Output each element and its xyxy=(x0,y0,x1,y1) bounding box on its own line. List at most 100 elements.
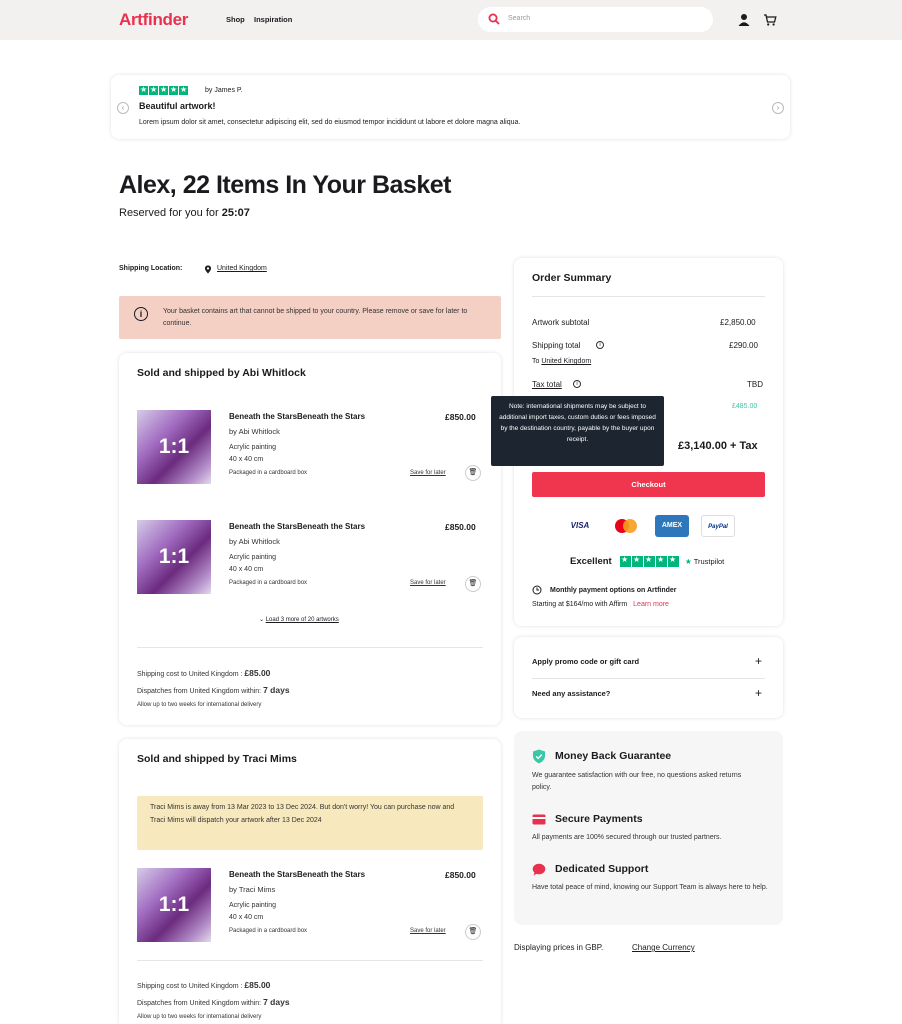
guarantee-title: Dedicated Support xyxy=(555,863,649,875)
trustpilot-star-icon: ★ xyxy=(685,557,692,566)
artwork-thumbnail[interactable]: 1:1 xyxy=(137,868,211,942)
nav-inspiration[interactable]: Inspiration xyxy=(254,15,292,24)
delete-button[interactable]: 🗑 xyxy=(465,465,481,481)
star-icon xyxy=(179,85,188,95)
delete-button[interactable]: 🗑 xyxy=(465,576,481,592)
guarantee-title: Money Back Guarantee xyxy=(555,750,672,762)
artwork-size: 40 x 40 cm xyxy=(229,456,264,463)
divider xyxy=(532,296,765,297)
plus-icon[interactable]: + xyxy=(755,686,762,700)
tax-info-icon[interactable]: i xyxy=(573,380,581,388)
change-currency-link[interactable]: Change Currency xyxy=(632,943,695,952)
seller-label: Sold and shipped by xyxy=(137,753,240,765)
seller-heading: Sold and shipped by Traci Mims xyxy=(137,753,297,765)
international-note: Allow up to two weeks for international … xyxy=(137,702,262,708)
save-for-later-link[interactable]: Save for later xyxy=(410,928,446,934)
seller-name: Traci Mims xyxy=(242,753,297,765)
divider xyxy=(532,678,765,679)
guarantee-title: Secure Payments xyxy=(555,813,643,825)
artwork-title[interactable]: Beneath the StarsBeneath the Stars xyxy=(229,412,365,421)
save-for-later-link[interactable]: Save for later xyxy=(410,470,446,476)
order-total: £3,140.00 + Tax xyxy=(678,440,758,452)
tax-total-label: Tax total xyxy=(532,380,562,389)
dispatch-time: Dispatches from United Kingdom within: 7… xyxy=(137,685,290,695)
chevron-down-icon: ⌄ xyxy=(259,617,265,623)
search-input[interactable]: Search xyxy=(478,7,713,32)
carousel-prev-button[interactable]: ‹ xyxy=(117,102,129,114)
artwork-medium: Acrylic painting xyxy=(229,902,277,909)
trustpilot-label: Trustpilot xyxy=(693,557,725,566)
to-label: To xyxy=(532,358,540,365)
visa-icon: VISA xyxy=(563,515,597,537)
star-icon xyxy=(159,85,168,95)
search-icon xyxy=(488,13,500,25)
artfinder-logo[interactable]: Artfinder xyxy=(119,10,188,30)
order-summary-title: Order Summary xyxy=(532,272,612,284)
star-icon xyxy=(149,85,158,95)
mastercard-icon xyxy=(609,515,643,537)
artwork-price: £850.00 xyxy=(445,870,476,880)
shipping-cost-label: Shipping cost to United Kingdom : xyxy=(137,983,243,990)
info-icon: i xyxy=(134,307,148,321)
shipping-total-label: Shipping total xyxy=(532,341,581,350)
currency-info: Displaying prices in GBP. xyxy=(514,943,604,952)
load-more-button[interactable]: ⌄ Load 3 more of 20 artworks xyxy=(259,616,339,623)
nav-shop[interactable]: Shop xyxy=(226,15,245,24)
shipping-cost: Shipping cost to United Kingdom : £85.00 xyxy=(137,668,270,678)
artwork-medium: Acrylic painting xyxy=(229,554,277,561)
review-author: by James P. xyxy=(205,87,243,94)
dispatch-label: Dispatches from United Kingdom within: xyxy=(137,688,262,695)
artwork-thumbnail[interactable]: 1:1 xyxy=(137,520,211,594)
discount-value: £485.00 xyxy=(732,403,758,410)
artwork-size: 40 x 40 cm xyxy=(229,566,264,573)
tax-total-value: TBD xyxy=(747,380,763,389)
cart-icon[interactable] xyxy=(763,13,777,27)
shipping-cost-label: Shipping cost to United Kingdom : xyxy=(137,671,243,678)
star-icon xyxy=(620,555,631,567)
account-icon[interactable] xyxy=(737,13,751,27)
carousel-next-button[interactable]: › xyxy=(772,102,784,114)
star-icon xyxy=(656,555,667,567)
chat-icon xyxy=(532,863,546,876)
shipping-info-icon[interactable]: i xyxy=(596,341,604,349)
guarantee-text: Have total peace of mind, knowing our Su… xyxy=(532,884,768,891)
thumbnail-label: 1:1 xyxy=(158,545,190,568)
destination-link[interactable]: United Kingdom xyxy=(541,358,591,365)
affirm-text: Starting at $164/mo with Affirm xyxy=(532,601,628,608)
promo-code-toggle[interactable]: Apply promo code or gift card xyxy=(532,657,639,666)
artwork-size: 40 x 40 cm xyxy=(229,914,264,921)
amex-icon: AMEX xyxy=(655,515,689,537)
artwork-packaging: Packaged in a cardboard box xyxy=(229,470,308,476)
divider xyxy=(137,960,483,961)
shipping-location-link[interactable]: United Kingdom xyxy=(217,265,267,272)
checkout-button[interactable]: Checkout xyxy=(532,472,765,497)
artwork-packaging: Packaged in a cardboard box xyxy=(229,580,308,586)
assistance-toggle[interactable]: Need any assistance? xyxy=(532,689,610,698)
subtotal-label: Artwork subtotal xyxy=(532,318,590,327)
artwork-packaging: Packaged in a cardboard box xyxy=(229,928,308,934)
star-icon xyxy=(169,85,178,95)
subtotal-value: £2,850.00 xyxy=(720,318,756,327)
delete-button[interactable]: 🗑 xyxy=(465,924,481,940)
monthly-payments-text: Starting at $164/mo with Affirm Learn mo… xyxy=(532,601,669,608)
artwork-thumbnail[interactable]: 1:1 xyxy=(137,410,211,484)
shipping-destination: To United Kingdom xyxy=(532,358,591,365)
dispatch-label: Dispatches from United Kingdom within: xyxy=(137,1000,262,1007)
paypal-icon: PayPal xyxy=(701,515,735,537)
save-for-later-link[interactable]: Save for later xyxy=(410,580,446,586)
artwork-artist: by Abi Whitlock xyxy=(229,427,280,436)
guarantee-text: We guarantee satisfaction with our free,… xyxy=(532,772,742,791)
trash-icon: 🗑 xyxy=(468,580,478,587)
artwork-artist: by Abi Whitlock xyxy=(229,537,280,546)
artwork-title[interactable]: Beneath the StarsBeneath the Stars xyxy=(229,522,365,531)
plus-icon[interactable]: + xyxy=(755,654,762,668)
reserved-timer: Reserved for you for 25:07 xyxy=(119,207,250,219)
thumbnail-label: 1:1 xyxy=(158,435,190,458)
warning-text: Your basket contains art that cannot be … xyxy=(163,308,468,327)
learn-more-link[interactable]: Learn more xyxy=(633,601,669,608)
tax-tooltip: Note: international shipments may be sub… xyxy=(491,396,664,466)
review-stars xyxy=(139,85,188,95)
trash-icon: 🗑 xyxy=(468,469,478,476)
artwork-title[interactable]: Beneath the StarsBeneath the Stars xyxy=(229,870,365,879)
monthly-payments-title: Monthly payment options on Artfinder xyxy=(550,587,677,594)
